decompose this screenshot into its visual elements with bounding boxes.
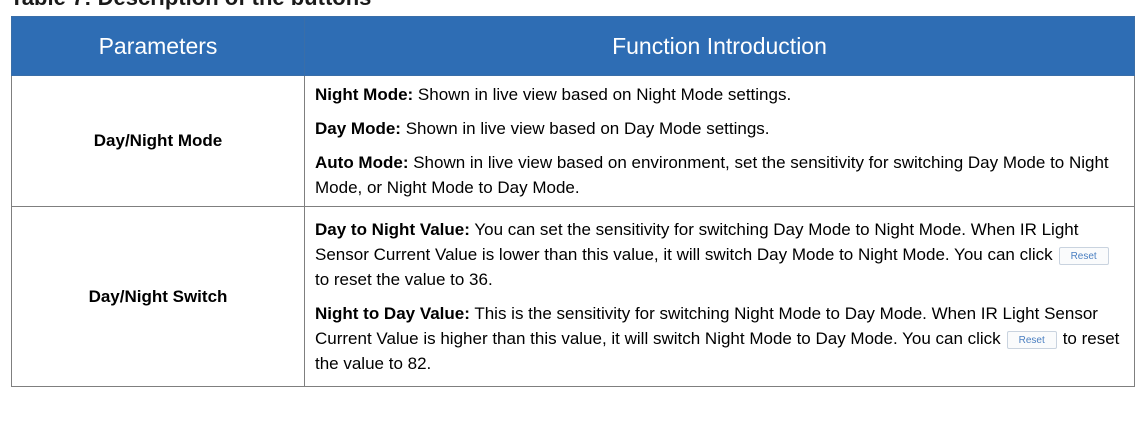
reset-button[interactable]: Reset	[1006, 331, 1057, 349]
term-label: Auto Mode:	[315, 153, 409, 172]
parameter-cell-day-night-mode: Day/Night Mode	[11, 75, 305, 207]
parameters-table: Parameters Function Introduction Day/Nig…	[11, 16, 1135, 387]
document-page: Table 7: Description of the buttons Para…	[0, 0, 1145, 429]
header-function-introduction: Function Introduction	[304, 16, 1135, 76]
day-mode-description: Day Mode: Shown in live view based on Da…	[315, 116, 1124, 141]
table-row: Day/Night Switch Day to Night Value: You…	[11, 206, 1135, 387]
function-cell: Day to Night Value: You can set the sens…	[304, 206, 1135, 387]
term-label: Day Mode:	[315, 119, 401, 138]
table-row: Day/Night Mode Night Mode: Shown in live…	[11, 75, 1135, 207]
table-header-row: Parameters Function Introduction	[11, 16, 1135, 76]
day-to-night-description: Day to Night Value: You can set the sens…	[315, 217, 1124, 292]
description-text: Shown in live view based on Day Mode set…	[400, 119, 770, 138]
auto-mode-description: Auto Mode: Shown in live view based on e…	[315, 150, 1124, 200]
term-label: Day to Night Value:	[315, 220, 470, 239]
term-label: Night to Day Value:	[315, 304, 470, 323]
night-mode-description: Night Mode: Shown in live view based on …	[315, 82, 1124, 107]
night-to-day-description: Night to Day Value: This is the sensitiv…	[315, 301, 1124, 376]
parameter-cell-day-night-switch: Day/Night Switch	[11, 206, 305, 387]
description-text: Shown in live view based on Night Mode s…	[413, 85, 792, 104]
function-cell: Night Mode: Shown in live view based on …	[304, 75, 1135, 207]
description-text-after: to reset the value to 36.	[315, 270, 493, 289]
reset-button[interactable]: Reset	[1058, 247, 1109, 265]
header-parameters: Parameters	[11, 16, 305, 76]
table-caption: Table 7: Description of the buttons	[10, 0, 371, 11]
term-label: Night Mode:	[315, 85, 414, 104]
description-text: Shown in live view based on environment,…	[315, 153, 1109, 197]
